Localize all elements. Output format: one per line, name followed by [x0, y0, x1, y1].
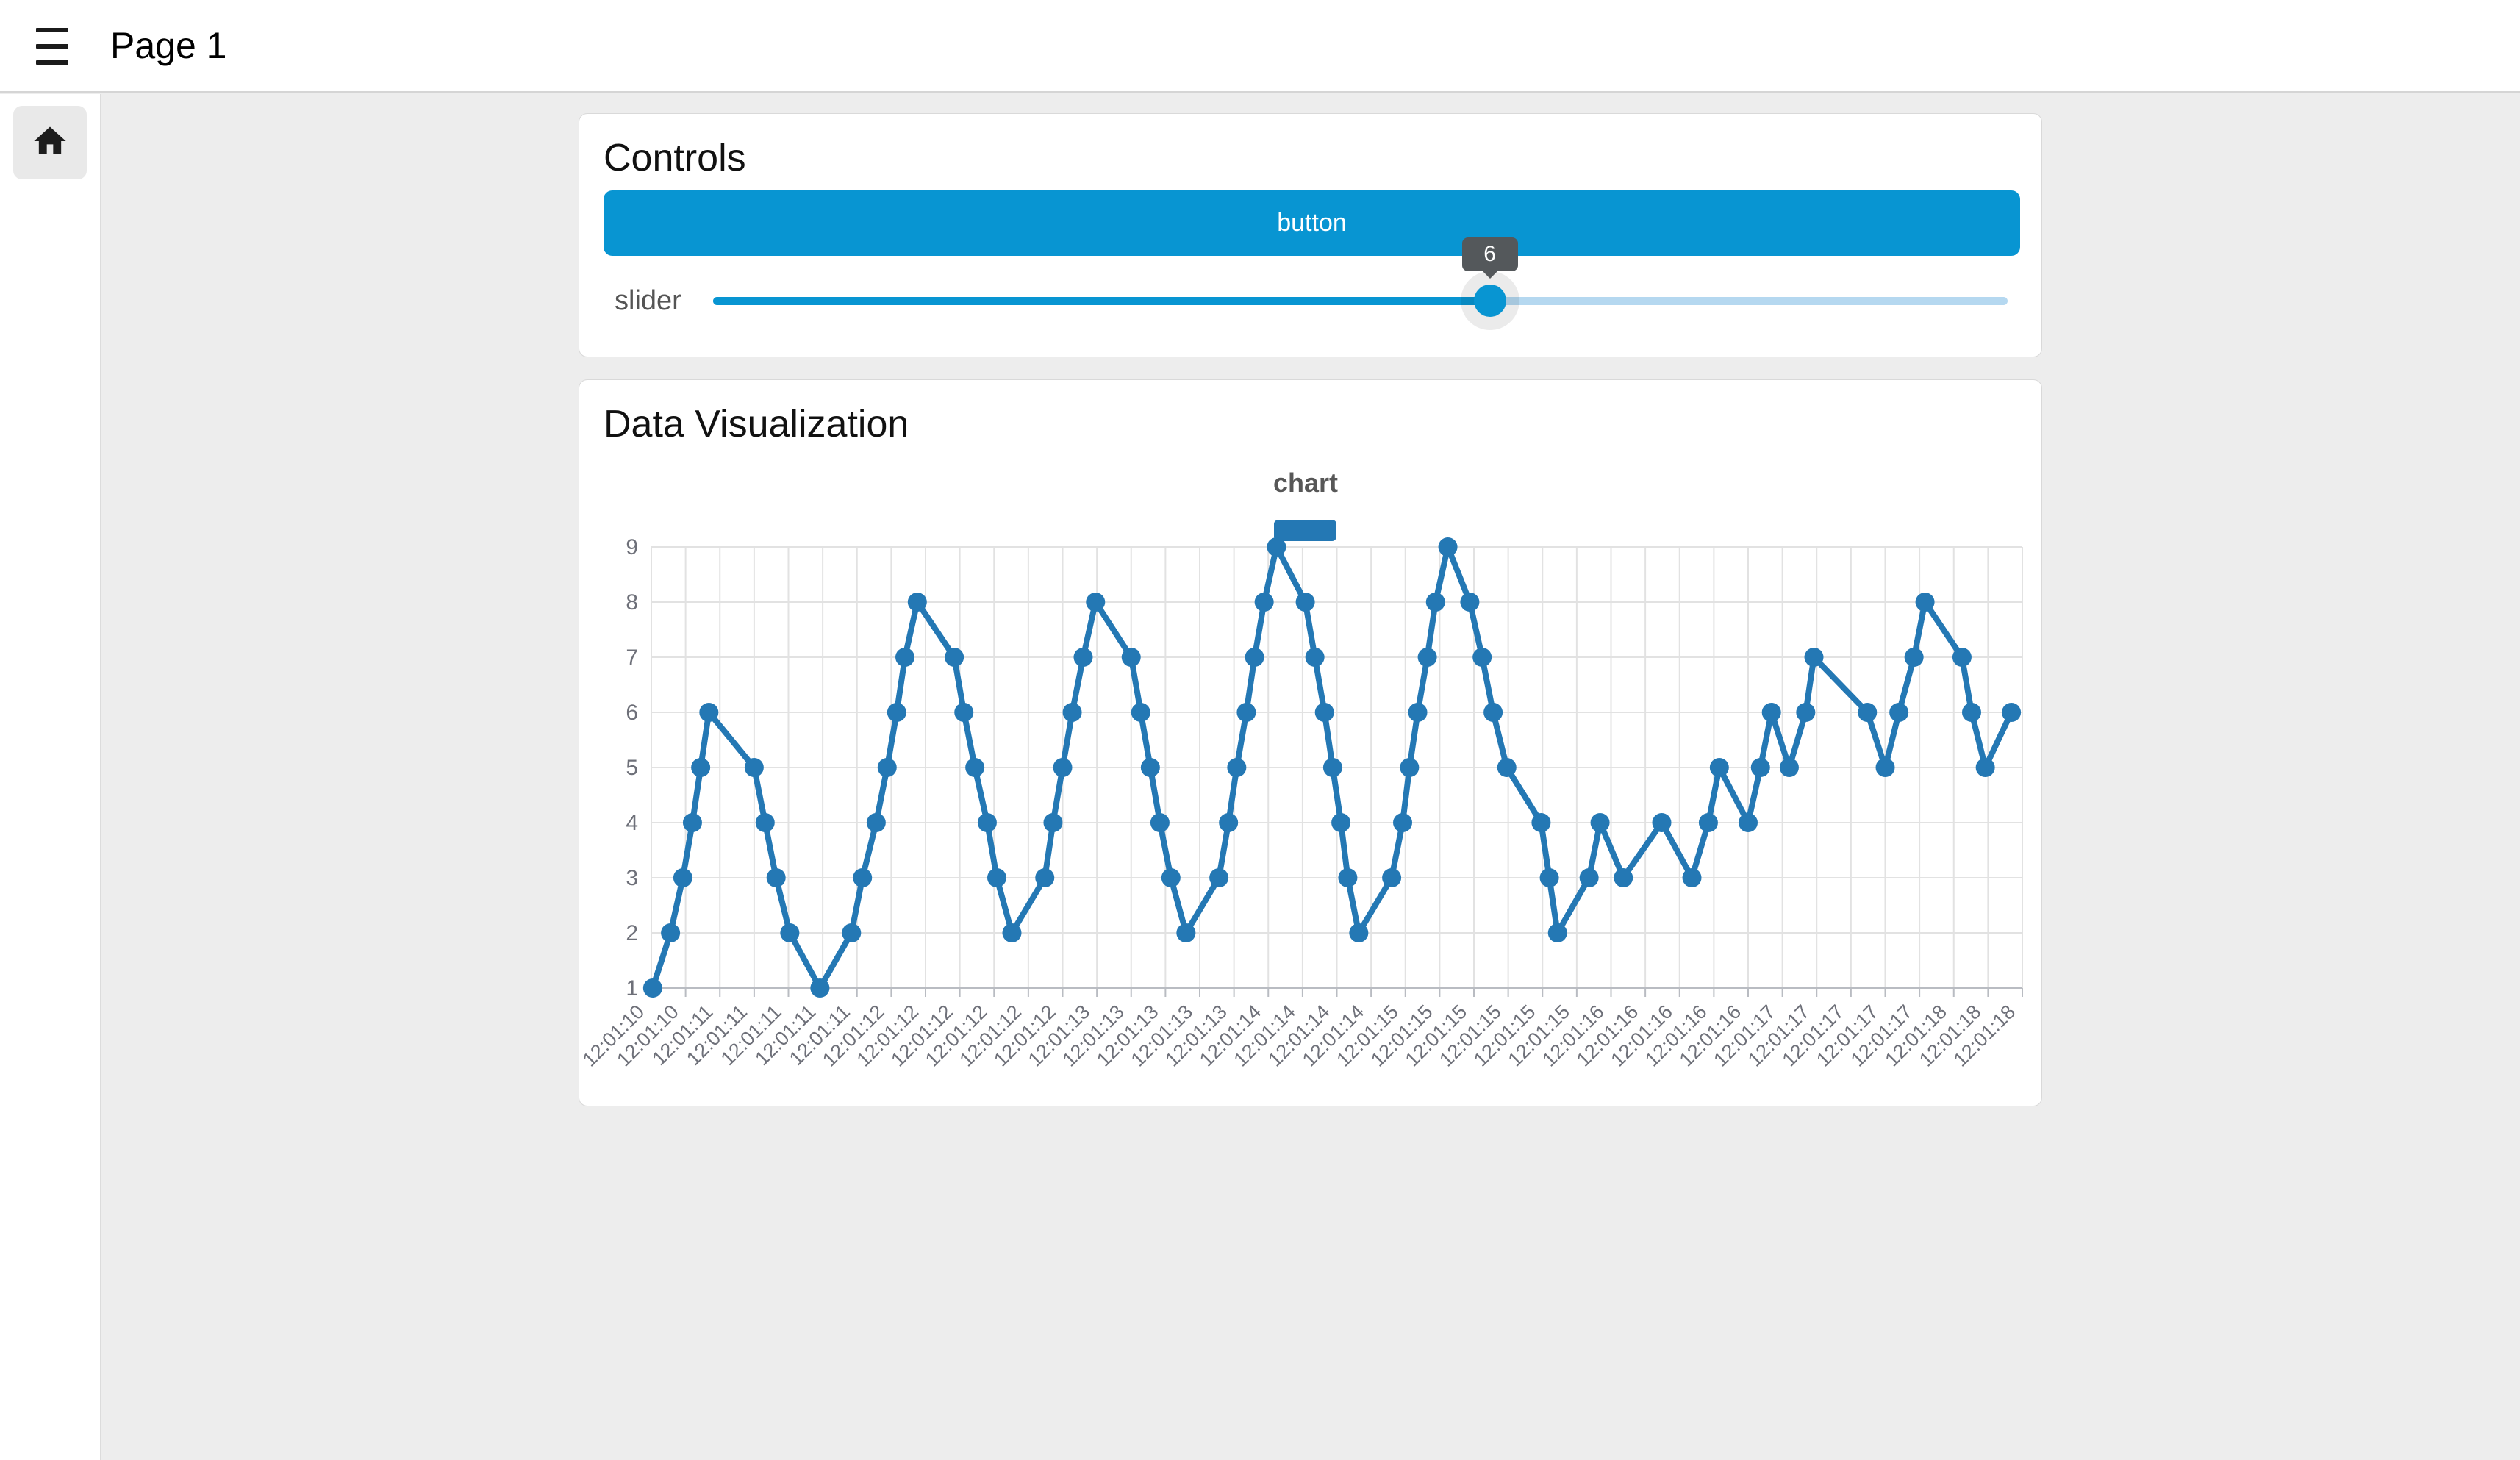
- controls-card: Controls button slider 6: [579, 113, 2042, 357]
- svg-text:5: 5: [626, 756, 638, 780]
- chart-axes: 12:01:1012:01:1012:01:1112:01:1112:01:11…: [579, 535, 2022, 1071]
- action-button[interactable]: button: [604, 190, 2020, 256]
- svg-text:3: 3: [626, 866, 638, 890]
- controls-card-title: Controls: [604, 136, 746, 180]
- sidebar-item-home[interactable]: [13, 106, 87, 179]
- page-title: Page 1: [110, 24, 226, 67]
- chart-legend-swatch[interactable]: [1274, 520, 1336, 541]
- svg-text:2: 2: [626, 921, 638, 945]
- svg-text:8: 8: [626, 590, 638, 615]
- home-icon: [31, 122, 69, 164]
- data-visualization-card: Data Visualization chart 12:01:1012:01:1…: [579, 379, 2042, 1106]
- svg-text:1: 1: [626, 976, 638, 1001]
- slider-value-tooltip: 6: [1462, 237, 1518, 271]
- svg-text:7: 7: [626, 645, 638, 670]
- chart-title: chart: [1273, 468, 1338, 498]
- line-chart-canvas[interactable]: chart 12:01:1012:01:1012:01:1112:01:1112…: [579, 380, 2043, 1107]
- slider-label: slider: [615, 285, 681, 317]
- top-navbar: Page 1: [0, 0, 2520, 93]
- main-content: Controls button slider 6 Data Visualizat…: [101, 94, 2520, 1460]
- slider-thumb[interactable]: [1474, 285, 1506, 317]
- svg-text:4: 4: [626, 811, 638, 835]
- svg-text:9: 9: [626, 535, 638, 559]
- sidebar: [0, 94, 101, 1460]
- svg-text:6: 6: [626, 701, 638, 725]
- slider-fill: [713, 297, 1490, 305]
- hamburger-menu-icon[interactable]: [36, 28, 68, 65]
